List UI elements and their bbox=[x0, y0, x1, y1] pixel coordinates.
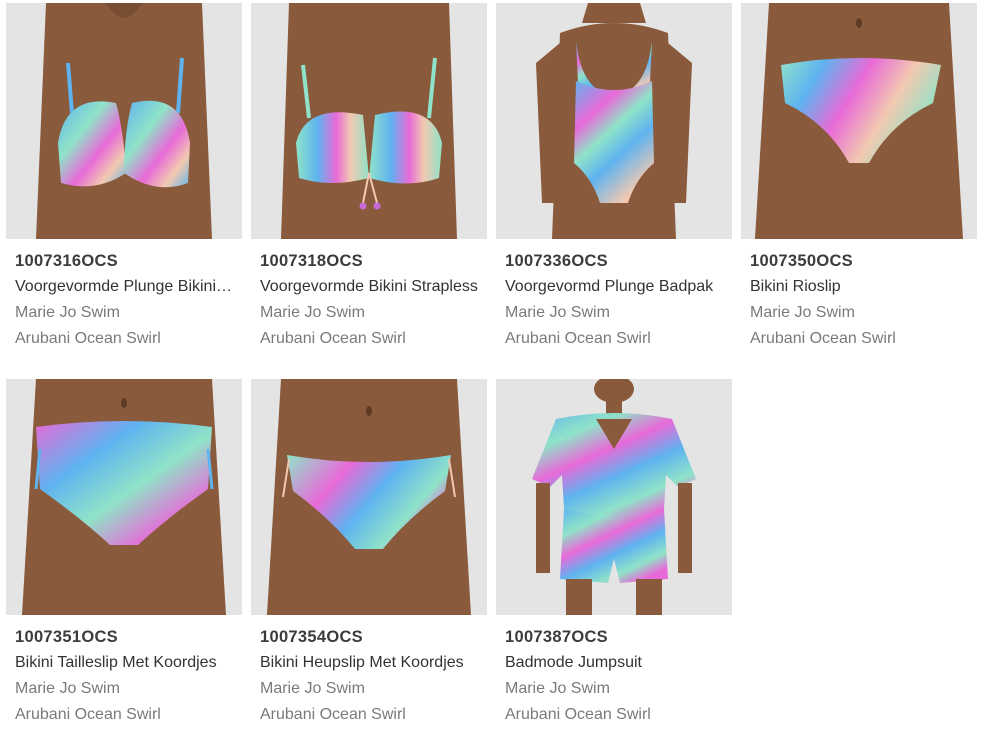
product-color: Arubani Ocean Swirl bbox=[505, 330, 651, 347]
product-name[interactable]: Bikini Tailleslip Met Koordjes bbox=[15, 653, 233, 673]
product-name[interactable]: Bikini Heupslip Met Koordjes bbox=[260, 653, 478, 673]
product-image[interactable] bbox=[496, 379, 732, 615]
product-color: Arubani Ocean Swirl bbox=[260, 706, 406, 723]
heupslip-photo bbox=[251, 379, 487, 615]
product-brand: Marie Jo Swim bbox=[15, 680, 120, 697]
product-sku: 1007351OCS bbox=[15, 628, 118, 646]
product-color: Arubani Ocean Swirl bbox=[750, 330, 896, 347]
product-card[interactable]: 1007336OCS Voorgevormd Plunge Badpak Mar… bbox=[496, 3, 732, 349]
product-image[interactable] bbox=[251, 379, 487, 615]
product-image[interactable] bbox=[251, 3, 487, 239]
product-card[interactable]: 1007318OCS Voorgevormde Bikini Strapless… bbox=[251, 3, 487, 349]
product-image[interactable] bbox=[496, 3, 732, 239]
product-color: Arubani Ocean Swirl bbox=[260, 330, 406, 347]
product-card[interactable]: 1007350OCS Bikini Rioslip Marie Jo Swim … bbox=[741, 3, 977, 349]
product-sku: 1007387OCS bbox=[505, 628, 608, 646]
product-sku: 1007350OCS bbox=[750, 252, 853, 270]
rioslip-photo bbox=[741, 3, 977, 239]
product-brand: Marie Jo Swim bbox=[505, 304, 610, 321]
product-image[interactable] bbox=[741, 3, 977, 239]
product-brand: Marie Jo Swim bbox=[260, 680, 365, 697]
product-sku: 1007336OCS bbox=[505, 252, 608, 270]
product-color: Arubani Ocean Swirl bbox=[15, 330, 161, 347]
product-card[interactable]: 1007354OCS Bikini Heupslip Met Koordjes … bbox=[251, 379, 487, 725]
product-brand: Marie Jo Swim bbox=[505, 680, 610, 697]
product-name[interactable]: Voorgevormde Plunge Bikini Top bbox=[15, 277, 233, 297]
product-color: Arubani Ocean Swirl bbox=[505, 706, 651, 723]
strapless-bikini-photo bbox=[251, 3, 487, 239]
product-name[interactable]: Voorgevormd Plunge Badpak bbox=[505, 277, 723, 297]
product-sku: 1007318OCS bbox=[260, 252, 363, 270]
product-card[interactable]: 1007316OCS Voorgevormde Plunge Bikini To… bbox=[6, 3, 242, 349]
bikini-top-photo bbox=[6, 3, 242, 239]
swimsuit-photo bbox=[496, 3, 732, 239]
product-sku: 1007354OCS bbox=[260, 628, 363, 646]
product-brand: Marie Jo Swim bbox=[15, 304, 120, 321]
jumpsuit-photo bbox=[496, 379, 732, 615]
product-card[interactable]: 1007387OCS Badmode Jumpsuit Marie Jo Swi… bbox=[496, 379, 732, 725]
product-brand: Marie Jo Swim bbox=[750, 304, 855, 321]
product-image[interactable] bbox=[6, 379, 242, 615]
product-name[interactable]: Bikini Rioslip bbox=[750, 277, 968, 297]
product-card[interactable]: 1007351OCS Bikini Tailleslip Met Koordje… bbox=[6, 379, 242, 725]
product-name[interactable]: Badmode Jumpsuit bbox=[505, 653, 723, 673]
product-image[interactable] bbox=[6, 3, 242, 239]
product-sku: 1007316OCS bbox=[15, 252, 118, 270]
product-brand: Marie Jo Swim bbox=[260, 304, 365, 321]
tailleslip-photo bbox=[6, 379, 242, 615]
product-color: Arubani Ocean Swirl bbox=[15, 706, 161, 723]
product-name[interactable]: Voorgevormde Bikini Strapless bbox=[260, 277, 478, 297]
